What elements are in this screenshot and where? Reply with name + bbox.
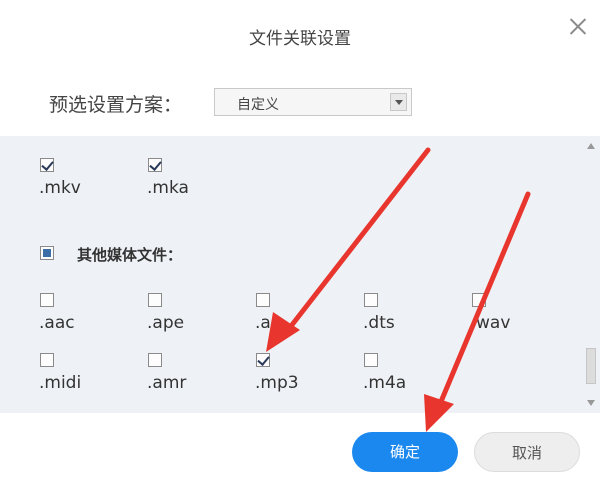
file-type-label: .amr: [147, 373, 187, 393]
checkbox-mka[interactable]: [148, 158, 162, 172]
file-type-label: .dts: [363, 313, 395, 333]
file-type-item-m4a[interactable]: .m4a: [363, 353, 444, 403]
checkbox-other-media[interactable]: [40, 246, 54, 260]
checkbox-aac[interactable]: [40, 293, 54, 307]
file-type-label: .ape: [147, 313, 185, 333]
ok-button[interactable]: 确定: [352, 432, 458, 472]
file-type-item-mp3[interactable]: .mp3: [255, 353, 336, 403]
checkbox-mkv[interactable]: [40, 158, 54, 172]
file-type-item-midi[interactable]: .midi: [39, 353, 120, 403]
other-media-label: 其他媒体文件：: [77, 246, 183, 264]
dialog-titlebar: 文件关联设置: [0, 0, 600, 68]
preset-selected-value: 自定义: [237, 97, 279, 113]
file-type-label: .mka: [147, 178, 189, 198]
file-type-item-ac[interactable]: .ac: [255, 293, 336, 343]
file-type-label: .m4a: [363, 373, 407, 393]
checkbox-mp3[interactable]: [256, 353, 270, 367]
checkbox-ape[interactable]: [148, 293, 162, 307]
checkbox-amr[interactable]: [148, 353, 162, 367]
file-type-item-wav[interactable]: wav: [472, 293, 552, 343]
file-association-dialog: 文件关联设置 预选设置方案： 自定义 .mkv .mka 其他媒体文件： .aa…: [0, 0, 600, 498]
file-type-item-amr[interactable]: .amr: [147, 353, 228, 403]
checkbox-dts[interactable]: [364, 293, 378, 307]
file-type-label: .mkv: [39, 178, 81, 198]
file-type-item-aac[interactable]: .aac: [39, 293, 120, 343]
file-type-item-mkv[interactable]: .mkv: [39, 158, 120, 208]
preset-row: 预选设置方案： 自定义: [0, 70, 600, 134]
file-type-list: .mkv .mka 其他媒体文件： .aac .ape .ac .dts wav…: [0, 136, 600, 413]
file-type-label: .ac: [255, 313, 281, 333]
scroll-thumb[interactable]: [586, 348, 596, 384]
dialog-title: 文件关联设置: [249, 29, 351, 49]
close-icon[interactable]: [566, 14, 590, 38]
checkbox-midi[interactable]: [40, 353, 54, 367]
checkbox-m4a[interactable]: [364, 353, 378, 367]
scroll-down-icon[interactable]: [587, 400, 595, 406]
file-type-label: .midi: [39, 373, 82, 393]
checkbox-wav[interactable]: [472, 293, 486, 307]
checkbox-ac[interactable]: [256, 293, 270, 307]
scroll-up-icon[interactable]: [587, 143, 595, 149]
preset-label: 预选设置方案：: [49, 94, 183, 116]
cancel-button[interactable]: 取消: [474, 432, 580, 472]
file-type-item-ape[interactable]: .ape: [147, 293, 228, 343]
file-type-item-mka[interactable]: .mka: [147, 158, 228, 208]
file-type-label: .mp3: [255, 373, 299, 393]
file-type-label: .aac: [39, 313, 75, 333]
list-scrollbar[interactable]: [583, 136, 600, 413]
dropdown-arrow-icon[interactable]: [390, 93, 407, 111]
preset-dropdown[interactable]: 自定义: [214, 88, 412, 116]
file-type-item-dts[interactable]: .dts: [363, 293, 444, 343]
file-type-label: wav: [476, 313, 511, 333]
